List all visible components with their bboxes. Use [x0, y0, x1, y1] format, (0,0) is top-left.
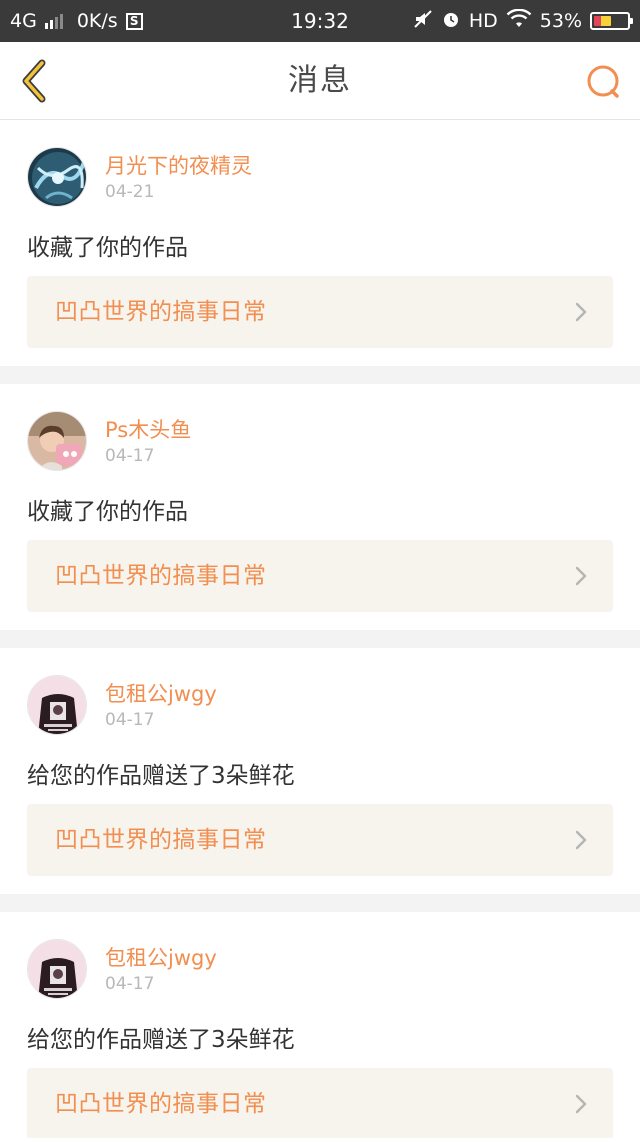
divider: [0, 894, 640, 912]
chevron-right-icon: [575, 566, 587, 586]
user-name[interactable]: 包租公jwgy: [105, 678, 217, 708]
work-title: 凹凸世界的搞事日常: [55, 563, 267, 589]
battery-icon: [590, 12, 633, 30]
chevron-right-icon: [575, 830, 587, 850]
status-left: 4G 0K/s S: [10, 10, 143, 32]
battery-percent: 53%: [539, 10, 582, 32]
status-bar: 4G 0K/s S 19:32 HD 53%: [0, 0, 640, 42]
work-link[interactable]: 凹凸世界的搞事日常: [27, 540, 613, 612]
alarm-icon: [441, 9, 461, 34]
s-app-icon: S: [125, 12, 143, 30]
work-title: 凹凸世界的搞事日常: [55, 827, 267, 853]
battery-level: [594, 16, 611, 26]
message-date: 04-21: [105, 182, 155, 202]
wifi-icon: [506, 8, 532, 34]
user-name[interactable]: Ps木头鱼: [105, 414, 191, 444]
message-date: 04-17: [105, 710, 155, 730]
work-title: 凹凸世界的搞事日常: [55, 299, 267, 325]
chevron-right-icon: [575, 1094, 587, 1114]
network-type: 4G: [10, 10, 37, 32]
user-name[interactable]: 月光下的夜精灵: [105, 150, 252, 180]
message-date: 04-17: [105, 974, 155, 994]
work-link[interactable]: 凹凸世界的搞事日常: [27, 1068, 613, 1138]
message-text: 收藏了你的作品: [27, 499, 188, 525]
avatar[interactable]: [27, 939, 87, 999]
message-item: 包租公jwgy 04-17 给您的作品赠送了3朵鲜花 凹凸世界的搞事日常: [0, 912, 640, 1138]
message-text: 给您的作品赠送了3朵鲜花: [27, 763, 295, 789]
message-item: 月光下的夜精灵 04-21 收藏了你的作品 凹凸世界的搞事日常: [0, 120, 640, 366]
child-photo-avatar-icon: [28, 412, 86, 470]
search-icon: [587, 65, 619, 98]
network-speed: 0K/s: [76, 10, 118, 32]
message-text: 收藏了你的作品: [27, 235, 188, 261]
divider: [0, 366, 640, 384]
status-right: HD 53%: [413, 8, 633, 34]
message-text: 给您的作品赠送了3朵鲜花: [27, 1027, 295, 1053]
hd-label: HD: [468, 10, 498, 32]
work-link[interactable]: 凹凸世界的搞事日常: [27, 804, 613, 876]
shirt-photo-avatar-icon: [28, 940, 86, 998]
work-title: 凹凸世界的搞事日常: [55, 1091, 267, 1117]
message-item: Ps木头鱼 04-17 收藏了你的作品 凹凸世界的搞事日常: [0, 384, 640, 630]
nav-bar: 消息: [0, 42, 640, 120]
message-date: 04-17: [105, 446, 155, 466]
fantasy-art-avatar-icon: [28, 148, 86, 206]
messages-screen: 4G 0K/s S 19:32 HD 53% 消息 月光下的夜精灵 04-21 …: [0, 0, 640, 1138]
search-button[interactable]: [584, 62, 624, 102]
avatar[interactable]: [27, 411, 87, 471]
chevron-right-icon: [575, 302, 587, 322]
message-list: 月光下的夜精灵 04-21 收藏了你的作品 凹凸世界的搞事日常 Ps木头鱼 04…: [0, 120, 640, 1138]
work-link[interactable]: 凹凸世界的搞事日常: [27, 276, 613, 348]
divider: [0, 630, 640, 648]
message-item: 包租公jwgy 04-17 给您的作品赠送了3朵鲜花 凹凸世界的搞事日常: [0, 648, 640, 894]
signal-icon: [44, 13, 63, 29]
avatar[interactable]: [27, 147, 87, 207]
user-name[interactable]: 包租公jwgy: [105, 942, 217, 972]
mute-icon: [413, 9, 433, 34]
shirt-photo-avatar-icon: [28, 676, 86, 734]
avatar[interactable]: [27, 675, 87, 735]
page-title: 消息: [288, 63, 352, 98]
